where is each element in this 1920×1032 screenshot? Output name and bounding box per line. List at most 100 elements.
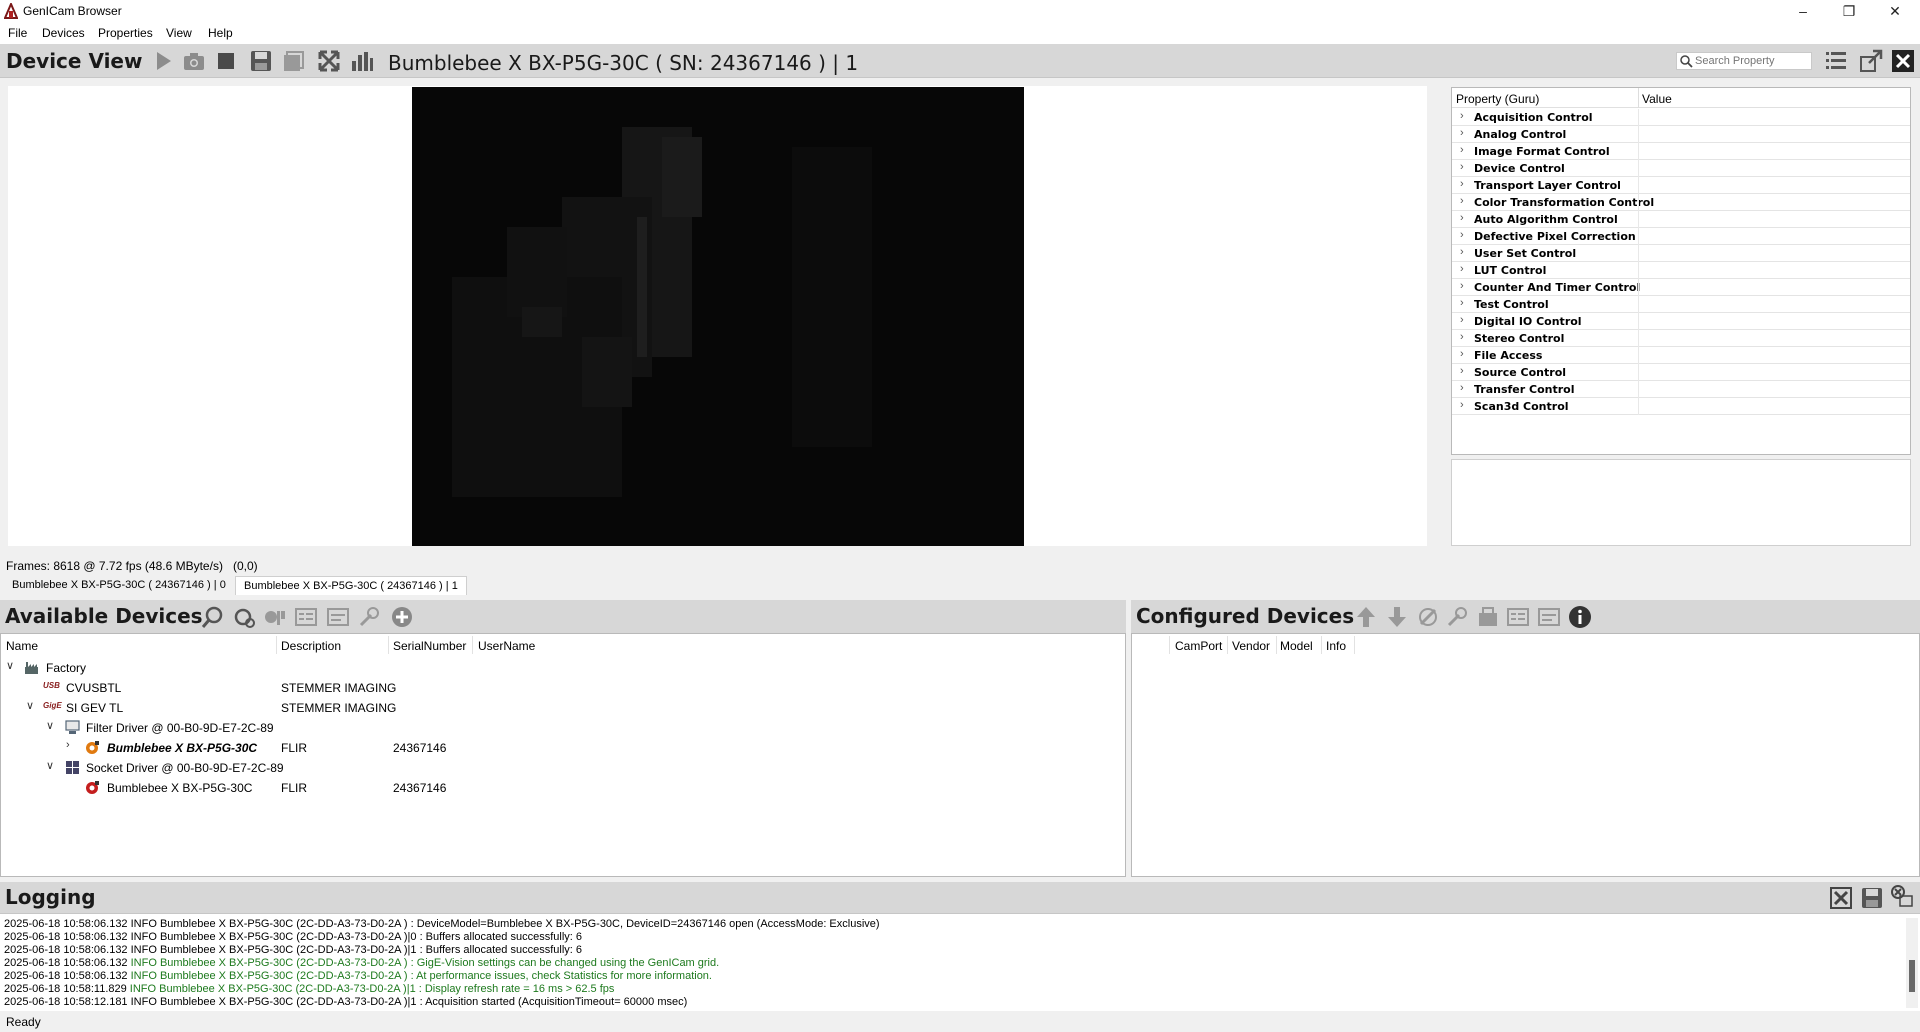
restore-button[interactable]: ❐	[1826, 0, 1872, 22]
column-info[interactable]: Info	[1326, 639, 1346, 653]
column-name[interactable]: Name	[6, 639, 38, 653]
expand-arrow-icon[interactable]: ›	[1460, 144, 1464, 156]
expand-arrow-icon[interactable]: ›	[1460, 280, 1464, 292]
property-category-row[interactable]: › Transport Layer Control	[1452, 177, 1910, 194]
property-category-row[interactable]: › User Set Control	[1452, 245, 1910, 262]
tree-row[interactable]: Bumblebee X BX-P5G-30C FLIR 24367146	[1, 778, 1125, 798]
expand-arrow-icon[interactable]: ›	[1460, 246, 1464, 258]
properties-icon[interactable]	[294, 605, 318, 629]
clear-log-icon[interactable]	[1829, 886, 1853, 910]
config-properties-icon[interactable]	[1506, 605, 1530, 629]
info-icon[interactable]	[1568, 605, 1592, 629]
expand-arrow-icon[interactable]: ›	[66, 739, 70, 751]
stop-icon[interactable]	[214, 49, 238, 73]
tree-row[interactable]: › Bumblebee X BX-P5G-30C FLIR 24367146	[1, 738, 1125, 758]
list-view-icon[interactable]	[1824, 49, 1848, 73]
menu-properties[interactable]: Properties	[98, 26, 153, 40]
config-username-icon[interactable]	[1537, 605, 1561, 629]
collapse-arrow-icon[interactable]: ∨	[46, 759, 54, 772]
tree-row[interactable]: ∨ Factory	[1, 658, 1125, 678]
configure-tools-icon[interactable]	[1445, 605, 1469, 629]
remove-device-icon[interactable]	[1416, 605, 1440, 629]
fit-to-window-icon[interactable]	[317, 49, 341, 73]
property-category-row[interactable]: › Image Format Control	[1452, 143, 1910, 160]
tree-row[interactable]: ∨ GigE SI GEV TL STEMMER IMAGING	[1, 698, 1125, 718]
menu-file[interactable]: File	[8, 26, 27, 40]
histogram-icon[interactable]	[350, 49, 374, 73]
expand-arrow-icon[interactable]: ›	[1460, 382, 1464, 394]
camera-image[interactable]	[412, 87, 1024, 546]
property-category-row[interactable]: › File Access	[1452, 347, 1910, 364]
minimize-button[interactable]: –	[1780, 0, 1826, 22]
expand-arrow-icon[interactable]: ›	[1460, 110, 1464, 122]
column-username[interactable]: UserName	[478, 639, 535, 653]
expand-arrow-icon[interactable]: ›	[1460, 127, 1464, 139]
save-sequence-icon[interactable]	[281, 49, 305, 73]
ip-config-icon[interactable]	[263, 605, 287, 629]
save-image-icon[interactable]	[249, 49, 273, 73]
expand-arrow-icon[interactable]: ›	[1460, 331, 1464, 343]
property-category-row[interactable]: › Device Control	[1452, 160, 1910, 177]
column-vendor[interactable]: Vendor	[1232, 639, 1270, 653]
expand-arrow-icon[interactable]: ›	[1460, 212, 1464, 224]
property-category-row[interactable]: › Analog Control	[1452, 126, 1910, 143]
search-property-input[interactable]	[1695, 54, 1809, 68]
log-settings-icon[interactable]	[1890, 884, 1914, 908]
property-category-row[interactable]: › Digital IO Control	[1452, 313, 1910, 330]
tab-device-1[interactable]: Bumblebee X BX-P5G-30C ( 24367146 ) | 1	[235, 576, 467, 595]
property-category-row[interactable]: › Transfer Control	[1452, 381, 1910, 398]
column-camport[interactable]: CamPort	[1175, 639, 1222, 653]
property-category-row[interactable]: › Color Transformation Control	[1452, 194, 1910, 211]
expand-arrow-icon[interactable]: ›	[1460, 399, 1464, 411]
expand-arrow-icon[interactable]: ›	[1460, 263, 1464, 275]
snapshot-camera-icon[interactable]	[182, 49, 206, 73]
log-scrollbar-thumb[interactable]	[1909, 960, 1915, 992]
tools-icon[interactable]	[357, 605, 381, 629]
property-category-row[interactable]: › Defective Pixel Correction	[1452, 228, 1910, 245]
discover-ip-icon[interactable]	[233, 605, 257, 629]
tree-row[interactable]: ∨ Socket Driver @ 00-B0-9D-E7-2C-89	[1, 758, 1125, 778]
tree-row[interactable]: USB CVUSBTL STEMMER IMAGING	[1, 678, 1125, 698]
expand-arrow-icon[interactable]: ›	[1460, 161, 1464, 173]
expand-arrow-icon[interactable]: ›	[1460, 297, 1464, 309]
property-category-row[interactable]: › LUT Control	[1452, 262, 1910, 279]
property-category-row[interactable]: › Acquisition Control	[1452, 109, 1910, 126]
expand-arrow-icon[interactable]: ›	[1460, 178, 1464, 190]
column-description[interactable]: Description	[281, 639, 341, 653]
property-category-row[interactable]: › Auto Algorithm Control	[1452, 211, 1910, 228]
expand-arrow-icon[interactable]: ›	[1460, 365, 1464, 377]
expand-arrow-icon[interactable]: ›	[1460, 348, 1464, 360]
expand-arrow-icon[interactable]: ›	[1460, 314, 1464, 326]
play-icon[interactable]	[151, 49, 175, 73]
close-window-button[interactable]: ✕	[1872, 0, 1918, 22]
move-up-icon[interactable]	[1354, 605, 1378, 629]
property-category-row[interactable]: › Test Control	[1452, 296, 1910, 313]
property-column-header[interactable]: Property (Guru)	[1456, 92, 1539, 106]
collapse-arrow-icon[interactable]: ∨	[46, 719, 54, 732]
property-category-row[interactable]: › Scan3d Control	[1452, 398, 1910, 415]
driver-config-icon[interactable]	[1476, 605, 1500, 629]
discover-icon[interactable]	[201, 605, 225, 629]
property-category-row[interactable]: › Source Control	[1452, 364, 1910, 381]
property-category-row[interactable]: › Stereo Control	[1452, 330, 1910, 347]
expand-arrow-icon[interactable]: ›	[1460, 195, 1464, 207]
save-log-icon[interactable]	[1860, 886, 1884, 910]
collapse-arrow-icon[interactable]: ∨	[26, 699, 34, 712]
column-model[interactable]: Model	[1280, 639, 1313, 653]
tab-device-0[interactable]: Bumblebee X BX-P5G-30C ( 24367146 ) | 0	[4, 576, 234, 595]
search-property-box[interactable]	[1676, 52, 1812, 70]
tree-row[interactable]: ∨ Filter Driver @ 00-B0-9D-E7-2C-89	[1, 718, 1125, 738]
property-category-row[interactable]: › Counter And Timer Control	[1452, 279, 1910, 296]
move-down-icon[interactable]	[1385, 605, 1409, 629]
expand-arrow-icon[interactable]: ›	[1460, 229, 1464, 241]
undock-icon[interactable]	[1859, 49, 1883, 73]
column-serial[interactable]: SerialNumber	[393, 639, 466, 653]
close-device-view-icon[interactable]	[1891, 49, 1915, 73]
collapse-arrow-icon[interactable]: ∨	[6, 659, 14, 672]
menu-help[interactable]: Help	[208, 26, 233, 40]
menu-view[interactable]: View	[166, 26, 192, 40]
menu-devices[interactable]: Devices	[42, 26, 85, 40]
add-device-icon[interactable]	[390, 605, 414, 629]
value-column-header[interactable]: Value	[1642, 92, 1672, 106]
user-name-icon[interactable]	[326, 605, 350, 629]
